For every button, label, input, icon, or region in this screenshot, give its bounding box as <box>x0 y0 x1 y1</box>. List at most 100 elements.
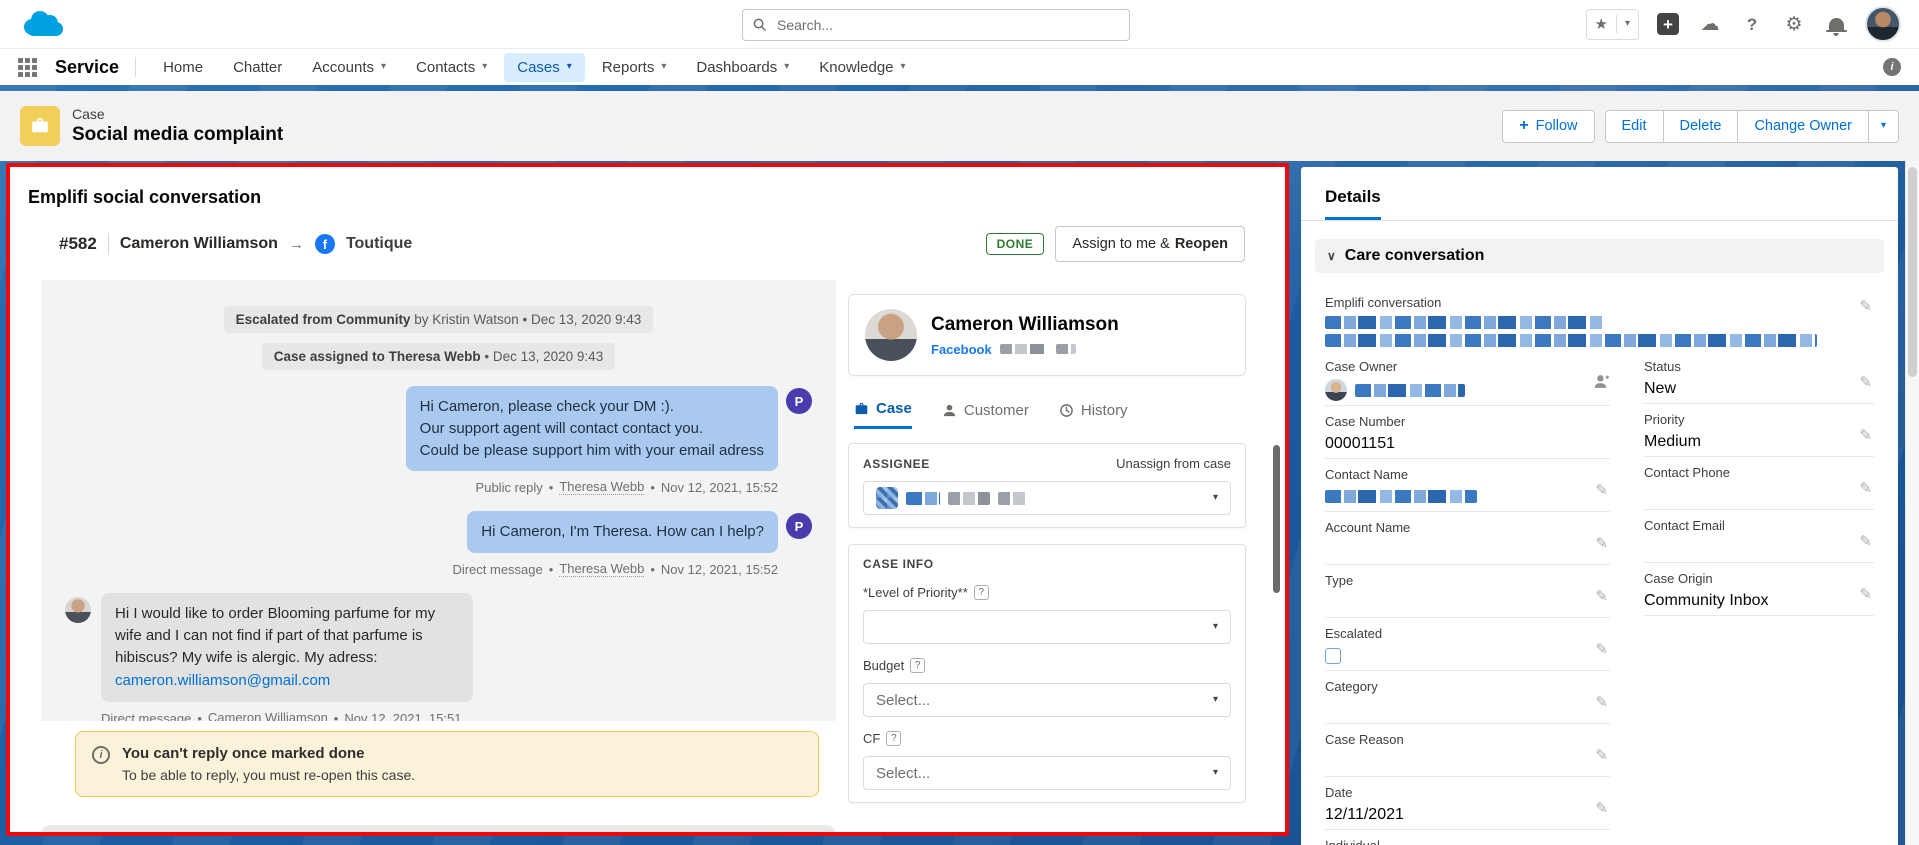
message-bubble: Hi Cameron, please check your DM :). Our… <box>406 386 778 471</box>
favorites-control[interactable]: ★ ▾ <box>1586 9 1639 40</box>
cf-select[interactable]: Select... ▾ <box>863 756 1231 790</box>
tab-chatter[interactable]: Chatter <box>220 53 295 82</box>
edit-icon[interactable]: ✎ <box>1859 585 1872 603</box>
help-icon[interactable]: ? <box>974 585 989 600</box>
help-button[interactable]: ? <box>1739 11 1765 37</box>
tab-accounts[interactable]: Accounts▾ <box>299 53 399 82</box>
follow-button[interactable]: + Follow <box>1502 110 1594 143</box>
plus-icon: + <box>1657 13 1679 35</box>
chevron-down-icon: ▾ <box>1213 768 1218 778</box>
redacted-text <box>1000 344 1048 354</box>
assignee-select[interactable]: ▾ <box>863 481 1231 515</box>
edit-icon[interactable]: ✎ <box>1859 426 1872 444</box>
details-fields: Emplifi conversation ✎ Case Owner <box>1301 273 1898 845</box>
help-icon[interactable]: ? <box>910 658 925 673</box>
edit-icon[interactable]: ✎ <box>1595 746 1608 764</box>
assign-reopen-button[interactable]: Assign to me & Reopen <box>1055 226 1245 262</box>
chevron-down-icon[interactable]: ▾ <box>1625 19 1630 29</box>
field-status: Status New ✎ <box>1644 351 1874 404</box>
divider <box>108 233 109 255</box>
edit-icon[interactable]: ✎ <box>1859 297 1872 315</box>
field-type: Type ✎ <box>1325 565 1610 618</box>
unassign-link[interactable]: Unassign from case <box>1116 456 1231 471</box>
delete-button[interactable]: Delete <box>1663 110 1738 143</box>
panel-title: Emplifi social conversation <box>10 167 1285 208</box>
info-icon[interactable]: i <box>1883 58 1901 76</box>
brand-link[interactable]: Toutique <box>346 235 412 253</box>
tab-contacts[interactable]: Contacts▾ <box>403 53 500 82</box>
edit-icon[interactable]: ✎ <box>1595 693 1608 711</box>
redacted-text <box>948 492 990 505</box>
edit-icon[interactable]: ✎ <box>1859 532 1872 550</box>
escalated-checkbox[interactable] <box>1325 648 1341 664</box>
author-link[interactable]: Cameron Williamson <box>208 710 328 721</box>
tab-case[interactable]: Case <box>854 400 912 429</box>
tab-history[interactable]: History <box>1059 400 1128 429</box>
customer-name: Cameron Williamson <box>931 314 1119 336</box>
edit-icon[interactable]: ✎ <box>1595 534 1608 552</box>
setup-button[interactable]: ⚙ <box>1781 11 1807 37</box>
change-owner-icon[interactable] <box>1593 373 1610 395</box>
chevron-down-icon[interactable]: ▾ <box>567 62 572 72</box>
global-search[interactable] <box>742 9 1130 41</box>
budget-select[interactable]: Select... ▾ <box>863 683 1231 717</box>
edit-button[interactable]: Edit <box>1605 110 1663 143</box>
chevron-down-icon[interactable]: ▾ <box>901 62 906 72</box>
cloud-upload-icon: ☁ <box>1701 15 1720 34</box>
warning-body: To be able to reply, you must re-open th… <box>122 767 415 783</box>
redacted-text <box>1056 344 1076 354</box>
edit-icon[interactable]: ✎ <box>1595 640 1608 658</box>
field-date: Date 12/11/2021 ✎ <box>1325 777 1610 830</box>
status-badge: DONE <box>986 233 1045 255</box>
field-contact-email: Contact Email ✎ <box>1644 510 1874 563</box>
author-link[interactable]: Theresa Webb <box>559 479 644 495</box>
notifications-button[interactable] <box>1823 11 1849 37</box>
chevron-down-icon[interactable]: ▾ <box>381 62 386 72</box>
chevron-down-icon[interactable]: ▾ <box>482 62 487 72</box>
message-meta: Public reply • Theresa Webb • Nov 12, 20… <box>65 479 812 495</box>
scrollbar-thumb[interactable] <box>1908 167 1917 377</box>
tab-reports[interactable]: Reports▾ <box>589 53 680 82</box>
section-care-conversation[interactable]: ∨ Care conversation <box>1315 239 1884 273</box>
customer-avatar <box>65 597 91 623</box>
tab-cases[interactable]: Cases▾ <box>504 53 585 82</box>
edit-icon[interactable]: ✎ <box>1859 373 1872 391</box>
edit-icon[interactable]: ✎ <box>1595 481 1608 499</box>
favorites-star-icon[interactable]: ★ <box>1595 17 1608 32</box>
reply-composer-partial <box>41 825 836 836</box>
customer-message: Hi I would like to order Blooming parfum… <box>65 593 812 702</box>
edit-icon[interactable]: ✎ <box>1595 587 1608 605</box>
email-link[interactable]: cameron.williamson@gmail.com <box>115 670 330 692</box>
edit-icon[interactable]: ✎ <box>1859 479 1872 497</box>
tab-dashboards[interactable]: Dashboards▾ <box>683 53 802 82</box>
quick-add-button[interactable]: + <box>1655 11 1681 37</box>
priority-select[interactable]: ▾ <box>863 610 1231 644</box>
tab-details[interactable]: Details <box>1325 187 1381 220</box>
field-individual: Individual <box>1325 830 1610 845</box>
more-actions-button[interactable]: ▾ <box>1868 110 1899 143</box>
help-icon[interactable]: ? <box>886 731 901 746</box>
tab-home[interactable]: Home <box>150 53 216 82</box>
chevron-down-icon[interactable]: ▾ <box>661 62 666 72</box>
tab-customer[interactable]: Customer <box>942 400 1029 429</box>
app-nav-bar: Service Home Chatter Accounts▾ Contacts▾… <box>0 49 1919 85</box>
scrollbar-thumb[interactable] <box>1273 445 1280 593</box>
cloud-upload-button[interactable]: ☁ <box>1697 11 1723 37</box>
edit-icon[interactable]: ✎ <box>1595 799 1608 817</box>
search-input[interactable] <box>742 9 1130 41</box>
warning-title: You can't reply once marked done <box>122 745 415 762</box>
app-launcher-icon[interactable] <box>18 58 37 77</box>
network-label[interactable]: Facebook <box>931 342 992 357</box>
agent-message: Hi Cameron, I'm Theresa. How can I help?… <box>65 511 812 553</box>
thread-scroll-area[interactable]: Escalated from Community by Kristin Wats… <box>41 280 836 721</box>
chevron-down-icon[interactable]: ▾ <box>784 62 789 72</box>
user-avatar[interactable] <box>1865 6 1901 42</box>
change-owner-button[interactable]: Change Owner <box>1737 110 1868 143</box>
agent-message: Hi Cameron, please check your DM :). Our… <box>65 386 812 471</box>
page-title: Social media complaint <box>72 124 283 146</box>
author-link[interactable]: Theresa Webb <box>559 561 644 577</box>
tab-knowledge[interactable]: Knowledge▾ <box>806 53 918 82</box>
page-scrollbar[interactable] <box>1905 161 1919 845</box>
thread-header: #582 Cameron Williamson → f Toutique DON… <box>59 226 1245 262</box>
field-case-number: Case Number 00001151 <box>1325 406 1610 459</box>
